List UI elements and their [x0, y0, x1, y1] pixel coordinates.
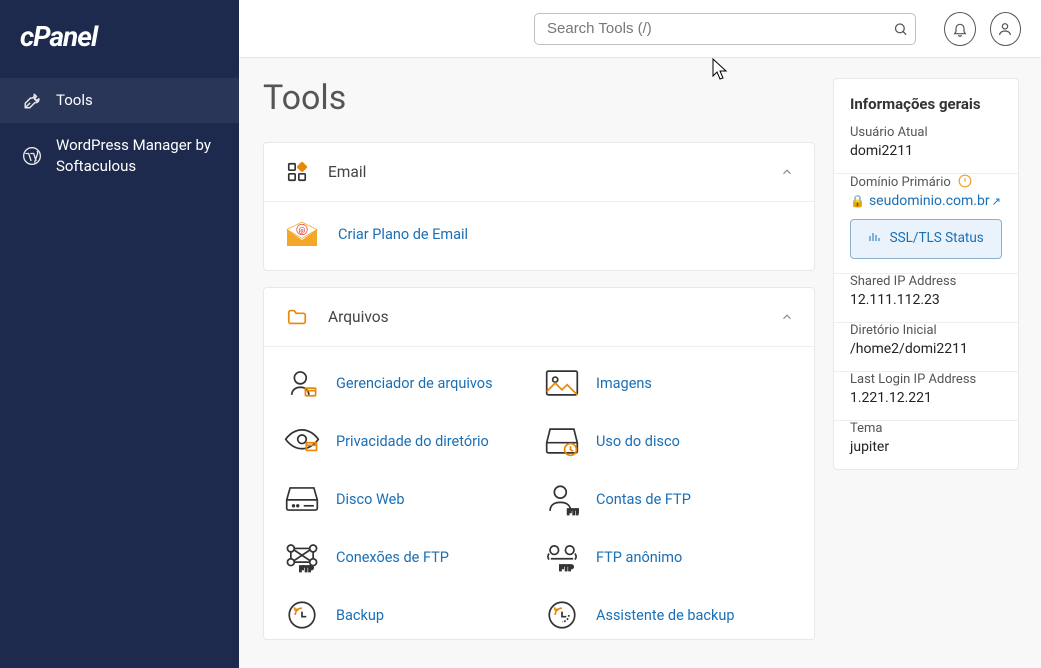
eye-icon — [284, 423, 320, 459]
panel-title: Email — [328, 163, 762, 181]
current-user-label: Usuário Atual — [850, 125, 1002, 140]
item-label: Uso do disco — [596, 433, 680, 450]
tools-icon — [22, 91, 42, 111]
images-icon — [544, 365, 580, 401]
files-panel-header[interactable]: Arquivos — [264, 288, 814, 347]
sidebar-item-label: Tools — [56, 90, 217, 111]
item-label: FTP anônimo — [596, 549, 682, 566]
bars-icon — [868, 230, 883, 246]
ssl-status-button[interactable]: SSL/TLS Status — [850, 219, 1002, 259]
svg-text:FTP: FTP — [299, 565, 313, 573]
sidebar: cPanel Tools WordPress Manager by Softac… — [0, 0, 239, 668]
email-item-label: Criar Plano de Email — [338, 226, 468, 243]
anon-ftp-icon: FTP — [544, 539, 580, 575]
primary-domain-label: Domínio Primário — [850, 174, 1002, 190]
chevron-up-icon — [780, 310, 794, 324]
item-label: Backup — [336, 607, 384, 624]
search-input[interactable] — [534, 13, 916, 45]
home-dir-value: /home2/domi2211 — [850, 341, 1002, 357]
ftp-user-icon: FTP — [544, 481, 580, 517]
last-login-ip-value: 1.221.12.221 — [850, 390, 1002, 406]
svg-text:FTP: FTP — [567, 507, 579, 516]
email-panel: Email @ Criar Plano de Email — [263, 142, 815, 271]
file-manager-icon — [284, 365, 320, 401]
item-label: Contas de FTP — [596, 491, 691, 508]
home-dir-label: Diretório Inicial — [850, 323, 1002, 338]
email-panel-header[interactable]: Email — [264, 143, 814, 202]
email-item[interactable]: @ Criar Plano de Email — [264, 202, 814, 270]
images-item[interactable]: Imagens — [544, 365, 794, 401]
chevron-up-icon — [780, 165, 794, 179]
backup-icon — [284, 597, 320, 633]
lock-icon: 🔒 — [850, 194, 865, 208]
item-label: Privacidade do diretório — [336, 433, 489, 450]
panel-title: Arquivos — [328, 308, 762, 326]
shared-ip-label: Shared IP Address — [850, 274, 1002, 289]
web-disk-item[interactable]: Disco Web — [284, 481, 534, 517]
svg-text:@: @ — [299, 226, 306, 235]
user-icon — [997, 21, 1013, 37]
shared-ip-value: 12.111.112.23 — [850, 292, 1002, 308]
page-title: Tools — [263, 78, 815, 118]
backup-wizard-item[interactable]: Assistente de backup — [544, 597, 794, 633]
info-title: Informações gerais — [834, 79, 1018, 125]
notifications-button[interactable] — [944, 12, 976, 46]
sidebar-item-label: WordPress Manager by Softaculous — [56, 135, 217, 177]
topbar — [239, 0, 1041, 58]
general-info-panel: Informações gerais Usuário Atual domi221… — [833, 78, 1019, 470]
search-field-wrap — [534, 13, 916, 45]
file-manager-item[interactable]: Gerenciador de arquivos — [284, 365, 534, 401]
last-login-ip-label: Last Login IP Address — [850, 372, 1002, 387]
backup-wizard-icon — [544, 597, 580, 633]
files-panel: Arquivos Gerenciador de arquivos Imagens — [263, 287, 815, 640]
external-link-icon: ↗ — [992, 195, 1001, 208]
primary-domain-link[interactable]: 🔒seudominio.com.br↗ — [850, 193, 1002, 209]
apps-icon — [284, 159, 310, 185]
item-label: Imagens — [596, 375, 652, 392]
disk-usage-item[interactable]: Uso do disco — [544, 423, 794, 459]
anonymous-ftp-item[interactable]: FTP FTP anônimo — [544, 539, 794, 575]
theme-value: jupiter — [850, 439, 1002, 455]
warning-icon — [958, 175, 972, 190]
bell-icon — [952, 21, 968, 37]
directory-privacy-item[interactable]: Privacidade do diretório — [284, 423, 534, 459]
theme-label: Tema — [850, 421, 1002, 436]
sidebar-item-tools[interactable]: Tools — [0, 78, 239, 123]
account-button[interactable] — [990, 12, 1022, 46]
web-disk-icon — [284, 481, 320, 517]
item-label: Conexões de FTP — [336, 549, 449, 566]
sidebar-item-wordpress[interactable]: WordPress Manager by Softaculous — [0, 123, 239, 189]
backup-item[interactable]: Backup — [284, 597, 534, 633]
svg-text:FTP: FTP — [559, 564, 573, 573]
disk-clock-icon — [544, 423, 580, 459]
item-label: Assistente de backup — [596, 607, 734, 624]
item-label: Disco Web — [336, 491, 404, 508]
current-user-value: domi2211 — [850, 143, 1002, 159]
logo-text: cPanel — [20, 20, 97, 53]
wordpress-icon — [22, 146, 42, 166]
item-label: Gerenciador de arquivos — [336, 375, 493, 392]
logo: cPanel — [0, 20, 239, 78]
search-icon[interactable] — [893, 21, 908, 36]
envelope-icon: @ — [284, 216, 320, 252]
ftp-connections-item[interactable]: FTP Conexões de FTP — [284, 539, 534, 575]
ftp-accounts-item[interactable]: FTP Contas de FTP — [544, 481, 794, 517]
folder-icon — [284, 304, 310, 330]
ftp-network-icon: FTP — [284, 539, 320, 575]
